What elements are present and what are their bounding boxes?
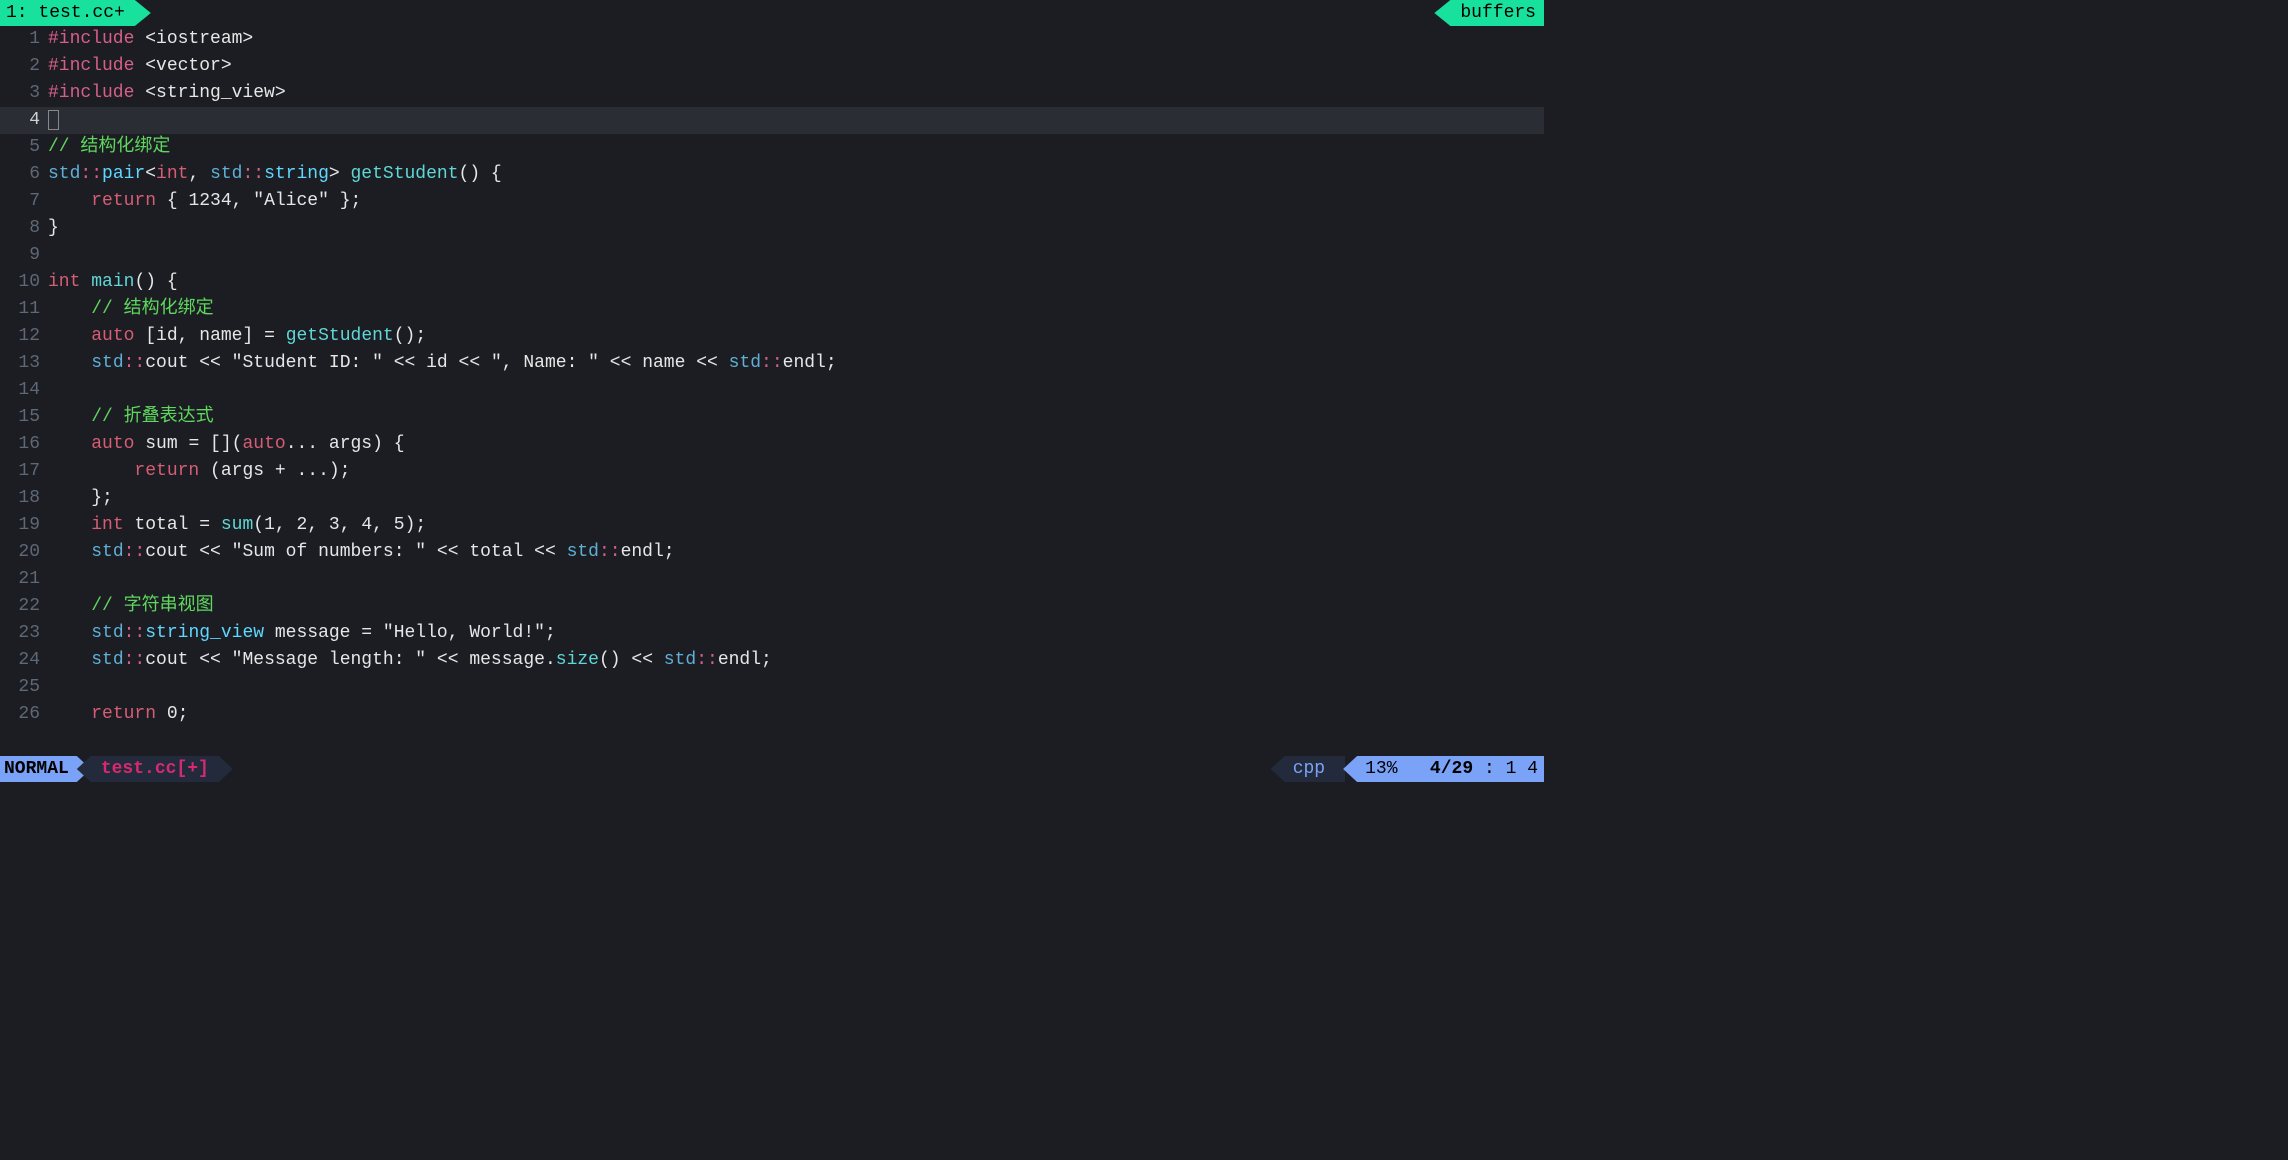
line-content[interactable]: std::string_view message = "Hello, World… (48, 620, 1544, 646)
code-line[interactable]: 17 return (args + ...); (0, 458, 1544, 485)
line-number: 22 (0, 593, 48, 619)
filename-indicator: test.cc[+] (77, 756, 233, 782)
cursor (48, 110, 59, 130)
line-number: 4 (0, 107, 48, 133)
line-content[interactable]: #include <vector> (48, 53, 1544, 79)
line-number: 10 (0, 269, 48, 295)
line-number: 1 (0, 26, 48, 52)
line-number: 13 (0, 350, 48, 376)
line-content[interactable]: // 结构化绑定 (48, 134, 1544, 160)
editor-root: 1: test.cc+ buffers 1#include <iostream>… (0, 0, 1544, 782)
line-content[interactable]: return { 1234, "Alice" }; (48, 188, 1544, 214)
position-indicator: 13% 4/29 : 1 4 (1343, 756, 1544, 782)
code-line[interactable]: 26 return 0; (0, 701, 1544, 728)
code-line[interactable]: 2#include <vector> (0, 53, 1544, 80)
line-number: 23 (0, 620, 48, 646)
line-number: 26 (0, 701, 48, 727)
line-number: 18 (0, 485, 48, 511)
code-line[interactable]: 12 auto [id, name] = getStudent(); (0, 323, 1544, 350)
line-content[interactable]: auto sum = [](auto... args) { (48, 431, 1544, 457)
line-content[interactable]: int total = sum(1, 2, 3, 4, 5); (48, 512, 1544, 538)
line-number: 11 (0, 296, 48, 322)
line-content[interactable]: }; (48, 485, 1544, 511)
line-content[interactable]: // 字符串视图 (48, 593, 1544, 619)
statusline: NORMAL test.cc[+] cpp 13% 4/29 : 1 4 (0, 756, 1544, 782)
line-content[interactable]: std::cout << "Sum of numbers: " << total… (48, 539, 1544, 565)
line-number: 3 (0, 80, 48, 106)
line-number: 21 (0, 566, 48, 592)
code-line[interactable]: 6std::pair<int, std::string> getStudent(… (0, 161, 1544, 188)
code-line[interactable]: 25 (0, 674, 1544, 701)
line-number: 20 (0, 539, 48, 565)
line-number: 25 (0, 674, 48, 700)
code-line[interactable]: 21 (0, 566, 1544, 593)
line-content[interactable]: std::cout << "Message length: " << messa… (48, 647, 1544, 673)
code-line[interactable]: 4 (0, 107, 1544, 134)
tab-active[interactable]: 1: test.cc+ (0, 0, 151, 26)
filetype-indicator: cpp (1271, 756, 1345, 782)
line-content[interactable]: std::pair<int, std::string> getStudent()… (48, 161, 1544, 187)
code-line[interactable]: 3#include <string_view> (0, 80, 1544, 107)
code-line[interactable]: 18 }; (0, 485, 1544, 512)
status-right: cpp 13% 4/29 : 1 4 (1271, 756, 1544, 782)
line-content[interactable]: #include <string_view> (48, 80, 1544, 106)
line-number: 12 (0, 323, 48, 349)
line-number: 6 (0, 161, 48, 187)
line-content[interactable]: } (48, 215, 1544, 241)
code-line[interactable]: 20 std::cout << "Sum of numbers: " << to… (0, 539, 1544, 566)
code-line[interactable]: 9 (0, 242, 1544, 269)
line-number: 9 (0, 242, 48, 268)
line-number: 24 (0, 647, 48, 673)
line-number: 15 (0, 404, 48, 430)
code-line[interactable]: 10int main() { (0, 269, 1544, 296)
line-number: 5 (0, 134, 48, 160)
code-line[interactable]: 7 return { 1234, "Alice" }; (0, 188, 1544, 215)
line-number: 7 (0, 188, 48, 214)
code-area[interactable]: 1#include <iostream>2#include <vector>3#… (0, 26, 1544, 756)
line-content[interactable]: return 0; (48, 701, 1544, 727)
code-line[interactable]: 24 std::cout << "Message length: " << me… (0, 647, 1544, 674)
line-content[interactable]: std::cout << "Student ID: " << id << ", … (48, 350, 1544, 376)
code-line[interactable]: 19 int total = sum(1, 2, 3, 4, 5); (0, 512, 1544, 539)
line-content[interactable]: auto [id, name] = getStudent(); (48, 323, 1544, 349)
tabline-right-label[interactable]: buffers (1434, 0, 1544, 26)
line-number: 16 (0, 431, 48, 457)
code-line[interactable]: 22 // 字符串视图 (0, 593, 1544, 620)
code-line[interactable]: 16 auto sum = [](auto... args) { (0, 431, 1544, 458)
line-content[interactable] (48, 107, 1544, 133)
line-content[interactable]: #include <iostream> (48, 26, 1544, 52)
code-line[interactable]: 23 std::string_view message = "Hello, Wo… (0, 620, 1544, 647)
line-number: 19 (0, 512, 48, 538)
code-line[interactable]: 5// 结构化绑定 (0, 134, 1544, 161)
code-line[interactable]: 8} (0, 215, 1544, 242)
tabline: 1: test.cc+ buffers (0, 0, 1544, 26)
line-number: 14 (0, 377, 48, 403)
line-content[interactable]: // 折叠表达式 (48, 404, 1544, 430)
code-line[interactable]: 13 std::cout << "Student ID: " << id << … (0, 350, 1544, 377)
line-number: 8 (0, 215, 48, 241)
code-line[interactable]: 1#include <iostream> (0, 26, 1544, 53)
code-line[interactable]: 14 (0, 377, 1544, 404)
line-content[interactable]: int main() { (48, 269, 1544, 295)
line-content[interactable]: // 结构化绑定 (48, 296, 1544, 322)
code-line[interactable]: 15 // 折叠表达式 (0, 404, 1544, 431)
line-number: 17 (0, 458, 48, 484)
code-line[interactable]: 11 // 结构化绑定 (0, 296, 1544, 323)
line-number: 2 (0, 53, 48, 79)
line-content[interactable]: return (args + ...); (48, 458, 1544, 484)
